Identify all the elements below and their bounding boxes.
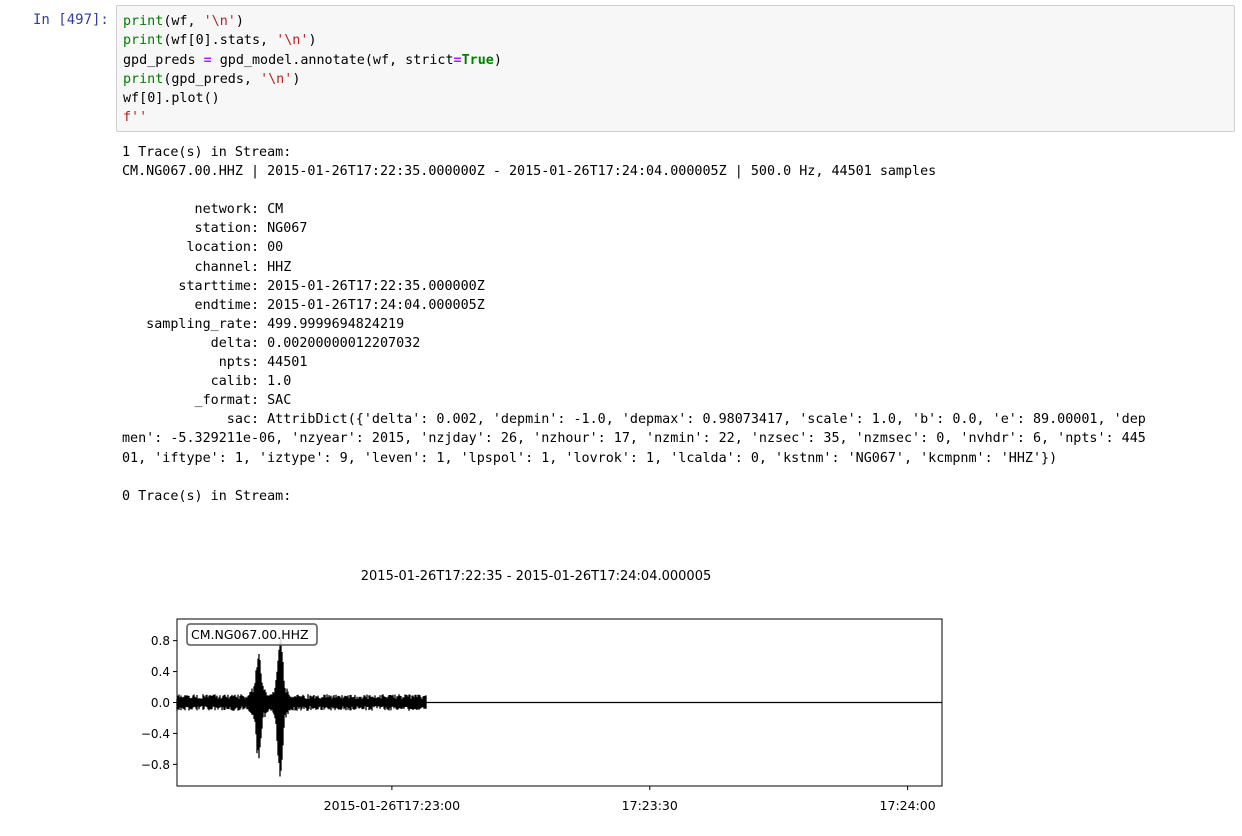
y-tick-label: 0.4 bbox=[151, 665, 170, 679]
output-line: sampling_rate: 499.9999694824219 bbox=[122, 316, 405, 332]
code-cell-input[interactable]: print(wf, '\n') print(wf[0].stats, '\n') g… bbox=[116, 5, 1235, 132]
code-line: wf[0].plot() bbox=[123, 91, 220, 107]
y-tick-label: −0.4 bbox=[141, 727, 170, 741]
y-axis-ticks: 0.8 0.4 0.0 −0.4 −0.8 bbox=[141, 634, 177, 772]
output-line: channel: HHZ bbox=[122, 259, 292, 275]
trace-layer bbox=[176, 637, 942, 777]
output-line: men': -5.329211e-06, 'nzyear': 2015, 'nz… bbox=[122, 431, 1146, 447]
output-line: starttime: 2015-01-26T17:22:35.000000Z bbox=[122, 278, 485, 294]
output-line: delta: 0.00200000012207032 bbox=[122, 335, 421, 351]
output-line: sac: AttribDict({'delta': 0.002, 'depmin… bbox=[122, 412, 1146, 428]
output-line: 0 Trace(s) in Stream: bbox=[122, 488, 292, 504]
output-line: location: 00 bbox=[122, 240, 284, 256]
output-line: 1 Trace(s) in Stream: bbox=[122, 145, 292, 160]
code-line: print(wf, '\n') bbox=[123, 14, 244, 29]
code-line: f'' bbox=[123, 110, 148, 126]
y-tick-label: 0.0 bbox=[151, 696, 170, 710]
y-tick-label: −0.8 bbox=[141, 758, 170, 772]
x-axis-ticks: 2015-01-26T17:23:00 17:23:30 17:24:00 bbox=[324, 786, 936, 813]
code-line: gpd_preds = gpd_model.annotate(wf, stric… bbox=[123, 52, 502, 68]
output-line: _format: SAC bbox=[122, 393, 292, 409]
waveform-plot: 2015-01-26T17:22:35 - 2015-01-26T17:24:0… bbox=[120, 560, 960, 830]
plot-svg: 2015-01-26T17:22:35 - 2015-01-26T17:24:0… bbox=[141, 569, 943, 813]
cell-prompt: In [497]: bbox=[33, 12, 109, 28]
code-line: print(wf[0].stats, '\n') bbox=[123, 33, 317, 49]
output-line: 01, 'iftype': 1, 'iztype': 9, 'leven': 1… bbox=[122, 450, 1058, 466]
waveform-trace bbox=[176, 637, 427, 777]
output-line: npts: 44501 bbox=[122, 355, 308, 371]
plot-title: 2015-01-26T17:22:35 - 2015-01-26T17:24:0… bbox=[361, 569, 711, 584]
output-line: CM.NG067.00.HHZ | 2015-01-26T17:22:35.00… bbox=[122, 164, 937, 180]
output-line: station: NG067 bbox=[122, 221, 308, 237]
trace-label-box: CM.NG067.00.HHZ bbox=[186, 623, 318, 646]
code-line: print(gpd_preds, '\n') bbox=[123, 71, 301, 87]
output-line: endtime: 2015-01-26T17:24:04.000005Z bbox=[122, 297, 485, 313]
x-tick-label: 17:23:30 bbox=[622, 798, 678, 813]
output-line: network: CM bbox=[122, 202, 284, 218]
cell-output-text: 1 Trace(s) in Stream: CM.NG067.00.HHZ | 2… bbox=[122, 143, 1146, 506]
x-tick-label: 17:24:00 bbox=[880, 798, 936, 813]
x-tick-label: 2015-01-26T17:23:00 bbox=[324, 798, 460, 813]
code-editor[interactable]: print(wf, '\n') print(wf[0].stats, '\n') g… bbox=[123, 12, 502, 128]
output-line: calib: 1.0 bbox=[122, 374, 292, 390]
trace-label: CM.NG067.00.HHZ bbox=[191, 627, 309, 642]
y-tick-label: 0.8 bbox=[151, 634, 170, 648]
